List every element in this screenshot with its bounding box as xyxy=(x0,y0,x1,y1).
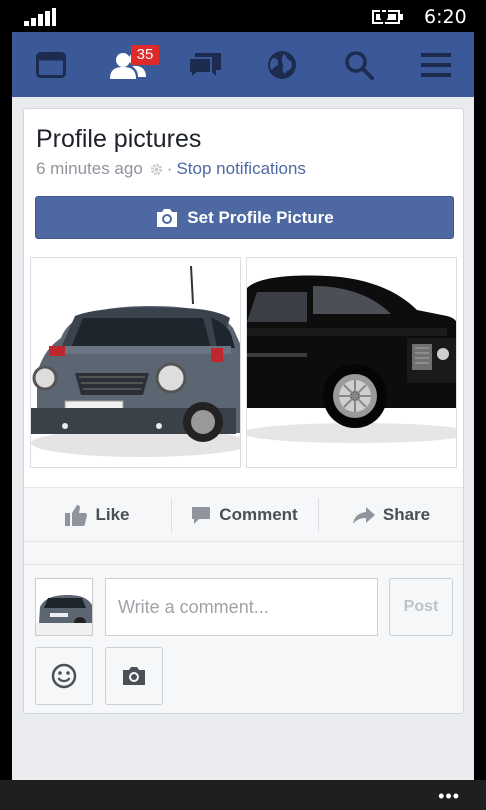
set-profile-picture-button[interactable]: Set Profile Picture xyxy=(35,196,454,239)
comment-icon xyxy=(192,506,211,524)
attach-photo-button[interactable] xyxy=(105,647,163,705)
nav-messages[interactable] xyxy=(166,32,243,97)
meta-separator: · xyxy=(166,159,173,178)
post-timestamp[interactable]: 6 minutes ago xyxy=(36,159,143,179)
battery-charging-icon xyxy=(372,9,403,25)
comment-button[interactable]: Comment xyxy=(171,488,318,541)
messages-icon xyxy=(187,52,221,79)
car-photo-2 xyxy=(247,258,456,467)
stop-notifications-link[interactable]: Stop notifications xyxy=(176,159,305,179)
privacy-gear-icon xyxy=(150,163,162,175)
photo-silver-mini-cooper[interactable] xyxy=(30,257,241,468)
thumbs-up-icon xyxy=(65,504,88,526)
nav-notifications[interactable] xyxy=(243,32,320,97)
divider xyxy=(24,564,463,565)
avatar xyxy=(35,578,93,636)
camera-icon xyxy=(123,667,145,685)
set-profile-picture-label: Set Profile Picture xyxy=(187,207,334,227)
post-actions-bar: Like Comment Share xyxy=(24,487,463,542)
emoji-button[interactable] xyxy=(35,647,93,705)
photo-black-rolls-royce[interactable] xyxy=(246,257,457,468)
status-time: 6:20 xyxy=(424,6,467,28)
comment-label: Comment xyxy=(219,504,298,524)
news-feed-icon xyxy=(35,51,66,78)
search-icon xyxy=(344,50,374,80)
comment-composer: Post xyxy=(24,542,463,713)
post-card: Profile pictures 6 minutes ago · Stop no… xyxy=(23,108,464,714)
car-photo-1 xyxy=(31,258,240,467)
status-bar: 6:20 xyxy=(0,0,486,32)
smiley-icon xyxy=(51,663,77,689)
like-button[interactable]: Like xyxy=(24,488,171,541)
share-label: Share xyxy=(382,504,431,524)
feed-content[interactable]: Profile pictures 6 minutes ago · Stop no… xyxy=(12,97,474,780)
nav-menu[interactable] xyxy=(397,32,474,97)
share-arrow-icon xyxy=(352,506,375,524)
nav-news-feed[interactable] xyxy=(12,32,89,97)
facebook-app: 35 Profile pictures 6 minutes ago · Stop… xyxy=(12,32,474,780)
top-navigation-bar: 35 xyxy=(12,32,474,97)
friend-requests-badge: 35 xyxy=(131,45,159,65)
more-options-button[interactable]: ••• xyxy=(438,786,460,807)
camera-icon xyxy=(157,208,178,227)
nav-search[interactable] xyxy=(320,32,397,97)
post-meta: 6 minutes ago · Stop notifications xyxy=(36,159,306,179)
share-button[interactable]: Share xyxy=(318,488,463,541)
comment-input[interactable] xyxy=(105,578,378,636)
avatar-car-image xyxy=(36,579,92,635)
like-label: Like xyxy=(95,504,130,524)
post-title[interactable]: Profile pictures xyxy=(36,125,201,154)
globe-icon xyxy=(267,50,296,79)
signal-bars-icon xyxy=(24,8,56,26)
post-comment-button[interactable]: Post xyxy=(389,578,453,636)
app-bar: ••• xyxy=(0,780,486,810)
nav-friend-requests[interactable]: 35 xyxy=(89,32,166,97)
menu-icon xyxy=(420,52,451,77)
